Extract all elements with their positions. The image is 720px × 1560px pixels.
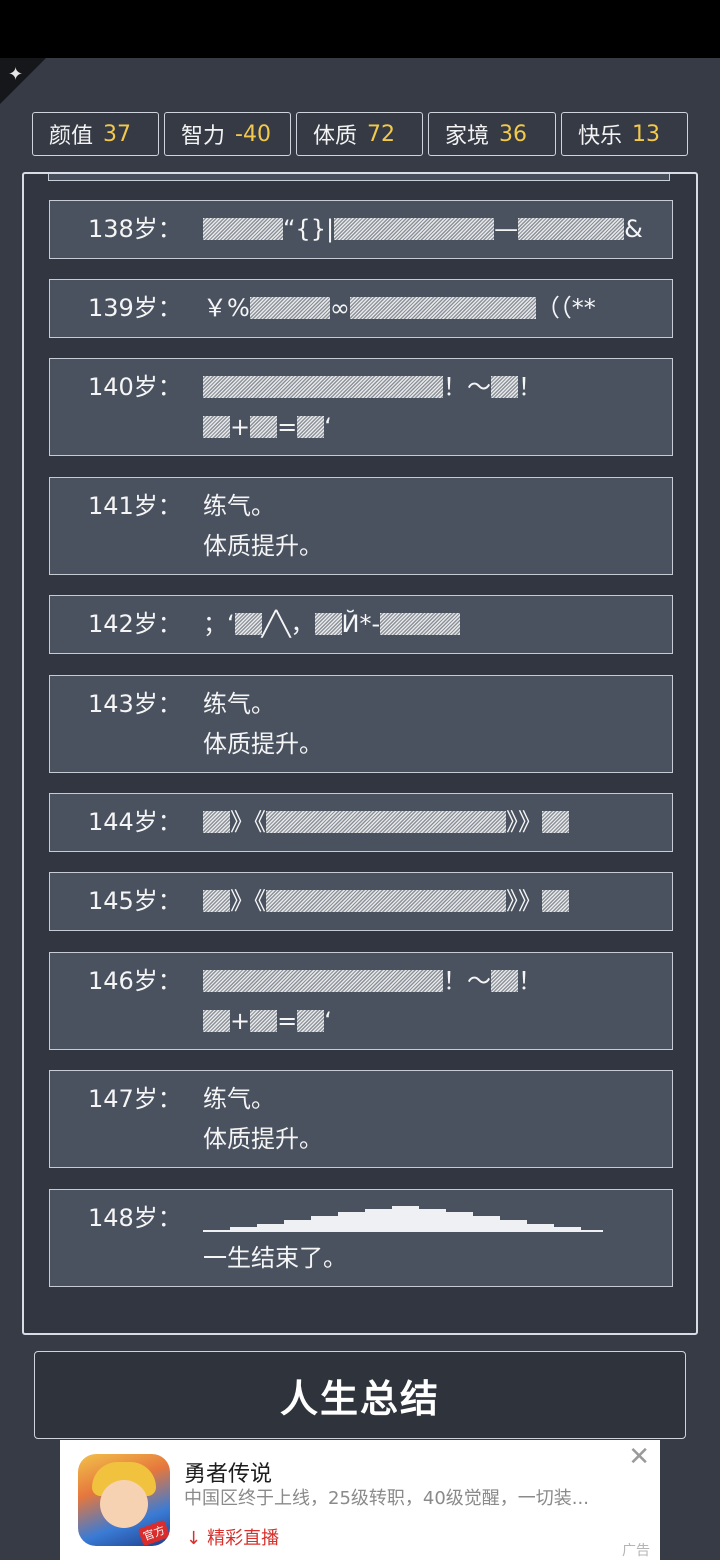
event-age: 142岁： [88,610,182,638]
waveform-graphic [203,1202,603,1232]
attr-name: 智力 [181,124,226,149]
close-icon[interactable]: ✕ [628,1442,650,1472]
event-row: 140岁： ！～！ + = ‘ [49,358,673,456]
event-row: 138岁： “{}| — & [49,200,673,259]
event-text: 》《 》》 [203,881,569,921]
event-row: 144岁： 》《 》》 [49,793,673,852]
event-text: ！～！ + = ‘ [203,961,542,1041]
ad-cta-link[interactable]: ↓ 精彩直播 [186,1524,279,1550]
event-text: 练气。 体质提升。 [203,1085,323,1153]
event-age: 141岁： [88,492,182,520]
glitch-block [203,811,230,833]
glitch-block [203,218,283,240]
event-text: 练气。 体质提升。 [203,690,323,758]
attr-constitution: 体质 72 [296,112,423,156]
event-text: 练气。 体质提升。 [203,492,323,560]
sparkle-icon: ✦ [8,64,24,85]
glitch-block [314,613,342,635]
attr-happiness: 快乐 13 [561,112,688,156]
event-row: 139岁： ￥% ∞ （（** [49,279,673,338]
glitch-block [234,613,262,635]
glitch-block [297,416,325,438]
event-text: “{}| — & [203,209,643,249]
event-age: 139岁： [88,294,182,322]
glitch-block [542,890,569,912]
glitch-block [250,416,278,438]
event-age: 138岁： [88,215,182,243]
event-text: ￥% ∞ （（** [203,294,596,322]
event-row: 147岁： 练气。 体质提升。 [49,1070,673,1168]
glitch-block [349,297,536,319]
attr-value: 37 [103,121,132,147]
glitch-block [334,218,495,240]
status-bar [0,0,720,58]
glitch-block [491,376,518,398]
event-row: 142岁： ；‘ ╱╲， Й*- [49,595,673,654]
glitch-block [250,1010,278,1032]
glitch-block [542,811,569,833]
event-text: ！～！ + = ‘ [203,367,542,447]
attribute-bar: 颜值 37 智力 -40 体质 72 家境 36 快乐 13 [32,112,688,158]
glitch-block [203,970,443,992]
glitch-block [203,890,230,912]
glitch-block [297,1010,325,1032]
attr-value: 36 [499,121,528,147]
attr-value: 72 [367,121,396,147]
event-age: 144岁： [88,808,182,836]
glitch-block [266,890,506,912]
event-age: 148岁： [88,1204,182,1232]
event-text: 》《 》》 [203,802,569,842]
download-arrow-icon: ↓ [186,1528,202,1549]
attr-name: 家境 [445,124,490,149]
attr-name: 体质 [313,124,358,149]
attr-appearance: 颜值 37 [32,112,159,156]
ad-description[interactable]: 中国区终于上线，25级转职，40级觉醒，一切装... [184,1484,589,1510]
event-row: 148岁： 一生结束了。 [49,1189,673,1287]
event-age: 143岁： [88,690,182,718]
event-text: ；‘ ╱╲， Й*- [203,604,461,644]
event-log-panel[interactable]: 138岁： “{}| — & 139岁： ￥% ∞ （（** 140岁： ！～！ + = ‘ [22,172,698,1335]
glitch-block [203,1010,230,1032]
event-age: 146岁： [88,967,182,995]
attr-name: 颜值 [49,124,94,149]
ad-banner[interactable]: 官方 勇者传说 中国区终于上线，25级转职，40级觉醒，一切装... ↓ 精彩直播… [60,1440,660,1560]
glitch-block [380,613,461,635]
attr-family: 家境 36 [428,112,556,156]
event-age: 140岁： [88,373,182,401]
glitch-block [491,970,518,992]
glitch-block [518,218,625,240]
game-app-icon[interactable]: 官方 [78,1454,170,1546]
attr-name: 快乐 [578,124,623,149]
attr-value: 13 [632,121,661,147]
event-row: 141岁： 练气。 体质提升。 [49,477,673,575]
glitch-block [203,416,230,438]
life-summary-button[interactable]: 人生总结 [34,1351,686,1439]
event-row: 143岁： 练气。 体质提升。 [49,675,673,773]
glitch-block [266,811,506,833]
event-text: 一生结束了。 [203,1198,603,1278]
event-row: 145岁： 》《 》》 [49,872,673,931]
event-age: 145岁： [88,887,182,915]
glitch-block [249,297,330,319]
attr-intelligence: 智力 -40 [164,112,291,156]
previous-event-edge [48,174,670,181]
ad-label: 广告 [622,1543,650,1559]
event-age: 147岁： [88,1085,182,1113]
ad-cta-label: 精彩直播 [207,1528,280,1549]
attr-value: -40 [235,121,271,147]
ad-icon-badge: 官方 [137,1519,170,1546]
glitch-block [203,376,443,398]
event-row: 146岁： ！～！ + = ‘ [49,952,673,1050]
